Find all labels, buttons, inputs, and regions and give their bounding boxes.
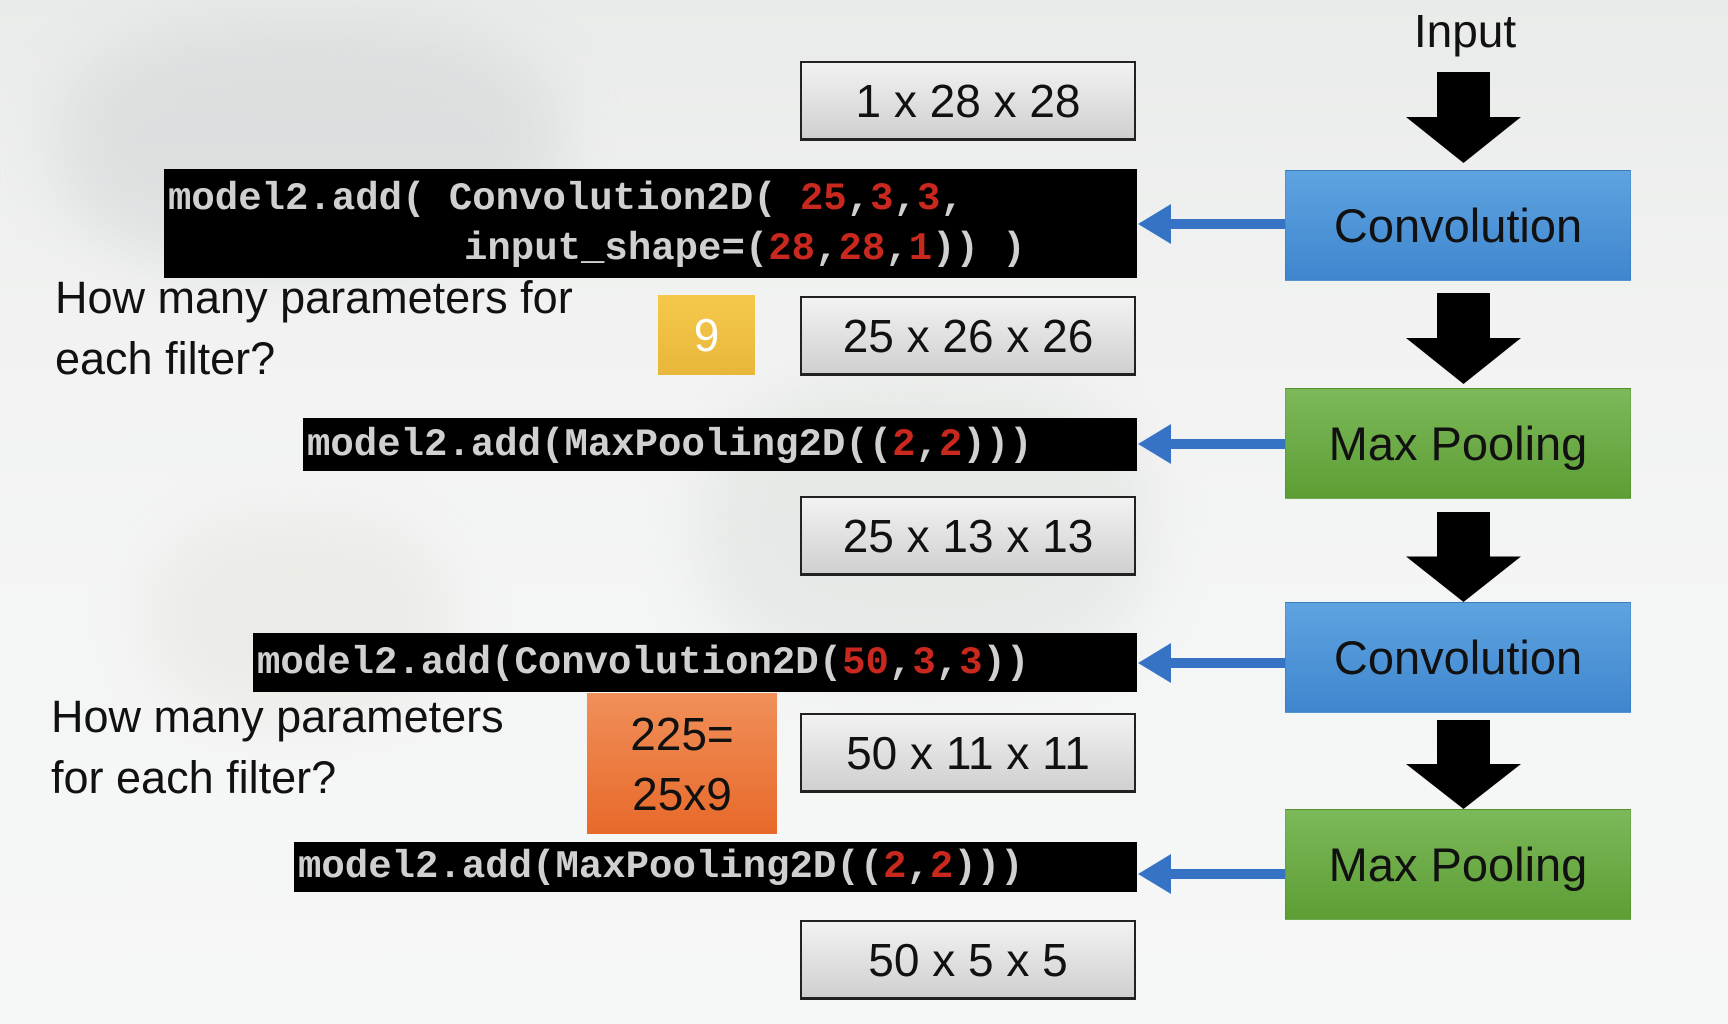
max-pooling-label: Max Pooling (1328, 417, 1588, 470)
code-pool2: model2.add(MaxPooling2D((2,2))) (294, 842, 1137, 892)
down-arrow-icon (1406, 293, 1521, 384)
question-1: How many parameters for each filter? (55, 272, 573, 384)
answer-box-1: 9 (658, 295, 755, 375)
down-arrow-icon (1406, 720, 1521, 809)
convolution-block-1: Convolution (1285, 170, 1631, 281)
convolution-label: Convolution (1333, 199, 1583, 252)
code-conv1: model2.add( Convolution2D( 25,3,3, input… (164, 169, 1137, 278)
shape-box: 50 x 5 x 5 (800, 920, 1136, 1000)
max-pooling-block-2: Max Pooling (1285, 809, 1631, 920)
down-arrow-icon (1406, 512, 1521, 602)
code-conv2: model2.add(Convolution2D(50,3,3)) (253, 633, 1137, 692)
max-pooling-block-1: Max Pooling (1285, 388, 1631, 499)
left-arrow-icon (1138, 854, 1285, 894)
input-label: Input (1413, 5, 1517, 57)
left-arrow-icon (1138, 424, 1285, 464)
shape-box: 25 x 13 x 13 (800, 496, 1136, 576)
answer-box-2: 225= 25x9 (587, 693, 777, 834)
convolution-block-2: Convolution (1285, 602, 1631, 713)
left-arrow-icon (1138, 204, 1285, 244)
shape-box: 25 x 26 x 26 (800, 296, 1136, 376)
question-2: How many parameters for each filter? (51, 691, 504, 803)
max-pooling-label: Max Pooling (1328, 838, 1588, 891)
code-pool1: model2.add(MaxPooling2D((2,2))) (303, 418, 1137, 471)
shape-box: 1 x 28 x 28 (800, 61, 1136, 141)
left-arrow-icon (1138, 643, 1285, 683)
down-arrow-icon (1406, 72, 1521, 163)
shape-box: 50 x 11 x 11 (800, 713, 1136, 793)
convolution-label: Convolution (1333, 631, 1583, 684)
